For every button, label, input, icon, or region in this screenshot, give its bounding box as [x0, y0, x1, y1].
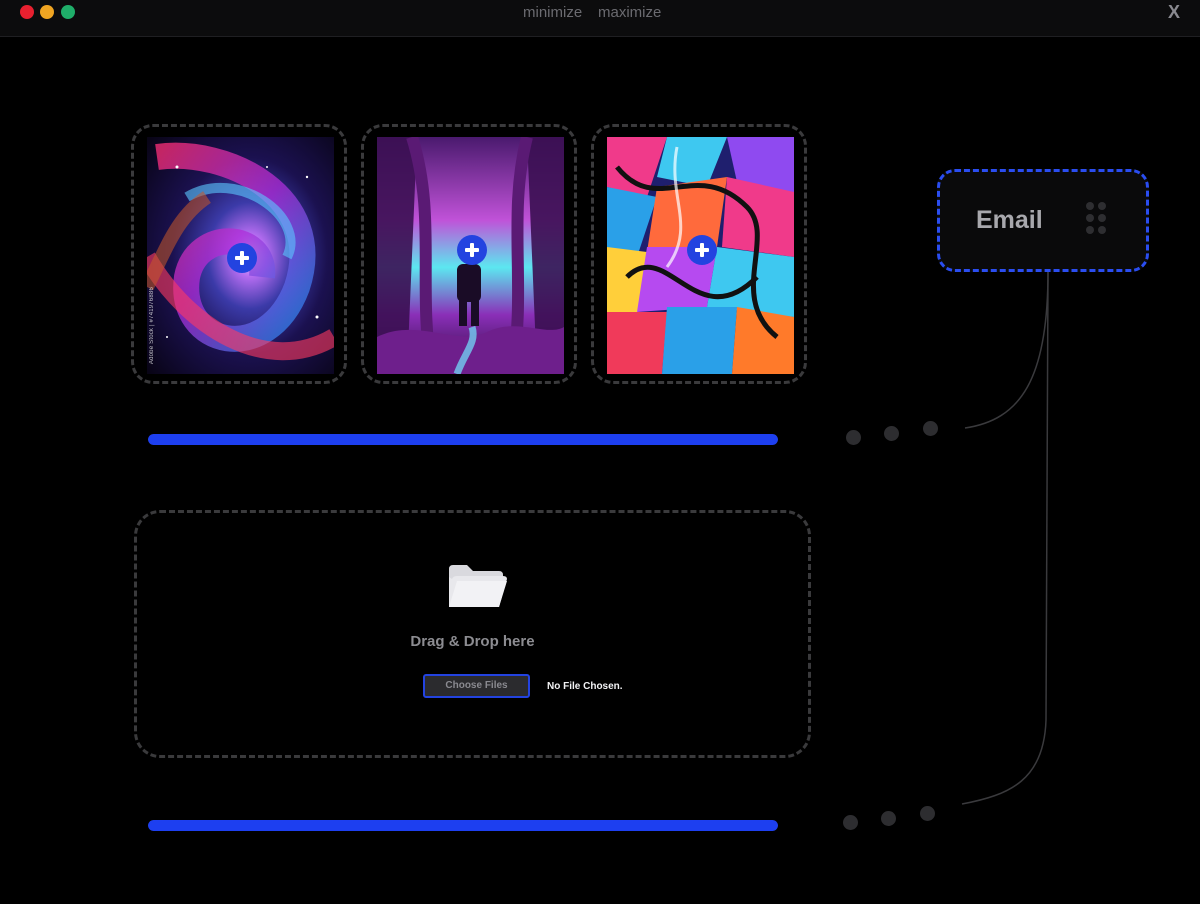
drag-drop-text: Drag & Drop here	[410, 633, 535, 650]
file-dropzone[interactable]: Drag & Drop here Choose Files No File Ch…	[134, 510, 811, 758]
minimize-button[interactable]: minimize	[523, 4, 582, 21]
email-label: Email	[976, 206, 1043, 234]
progress-bar-images	[148, 434, 778, 445]
progress-fill-images	[148, 434, 778, 445]
folder-icon	[449, 565, 507, 607]
stock-watermark: Adobe Stock | #741976886	[149, 286, 155, 364]
drag-handle-icon[interactable]	[1086, 202, 1108, 238]
add-image-galaxy-button[interactable]	[227, 243, 257, 273]
email-node[interactable]: Email	[937, 169, 1149, 272]
close-button[interactable]: X	[1168, 2, 1180, 23]
titlebar: minimize maximize X	[0, 0, 1200, 37]
choose-files-button[interactable]: Choose Files	[423, 674, 530, 698]
add-image-graffiti-button[interactable]	[687, 235, 717, 265]
maximize-traffic-light[interactable]	[61, 5, 75, 19]
image-card-forest[interactable]	[361, 124, 577, 384]
image-card-galaxy[interactable]: Adobe Stock | #741976886	[131, 124, 347, 384]
progress-fill-upload	[148, 820, 778, 831]
close-traffic-light[interactable]	[20, 5, 34, 19]
progress-bar-upload	[148, 820, 778, 831]
maximize-button[interactable]: maximize	[598, 4, 661, 21]
app-window: minimize maximize X Adobe Stock | #74197…	[0, 0, 1200, 904]
add-image-forest-button[interactable]	[457, 235, 487, 265]
minimize-traffic-light[interactable]	[40, 5, 54, 19]
image-card-graffiti[interactable]	[591, 124, 807, 384]
file-status-text: No File Chosen.	[547, 681, 623, 692]
